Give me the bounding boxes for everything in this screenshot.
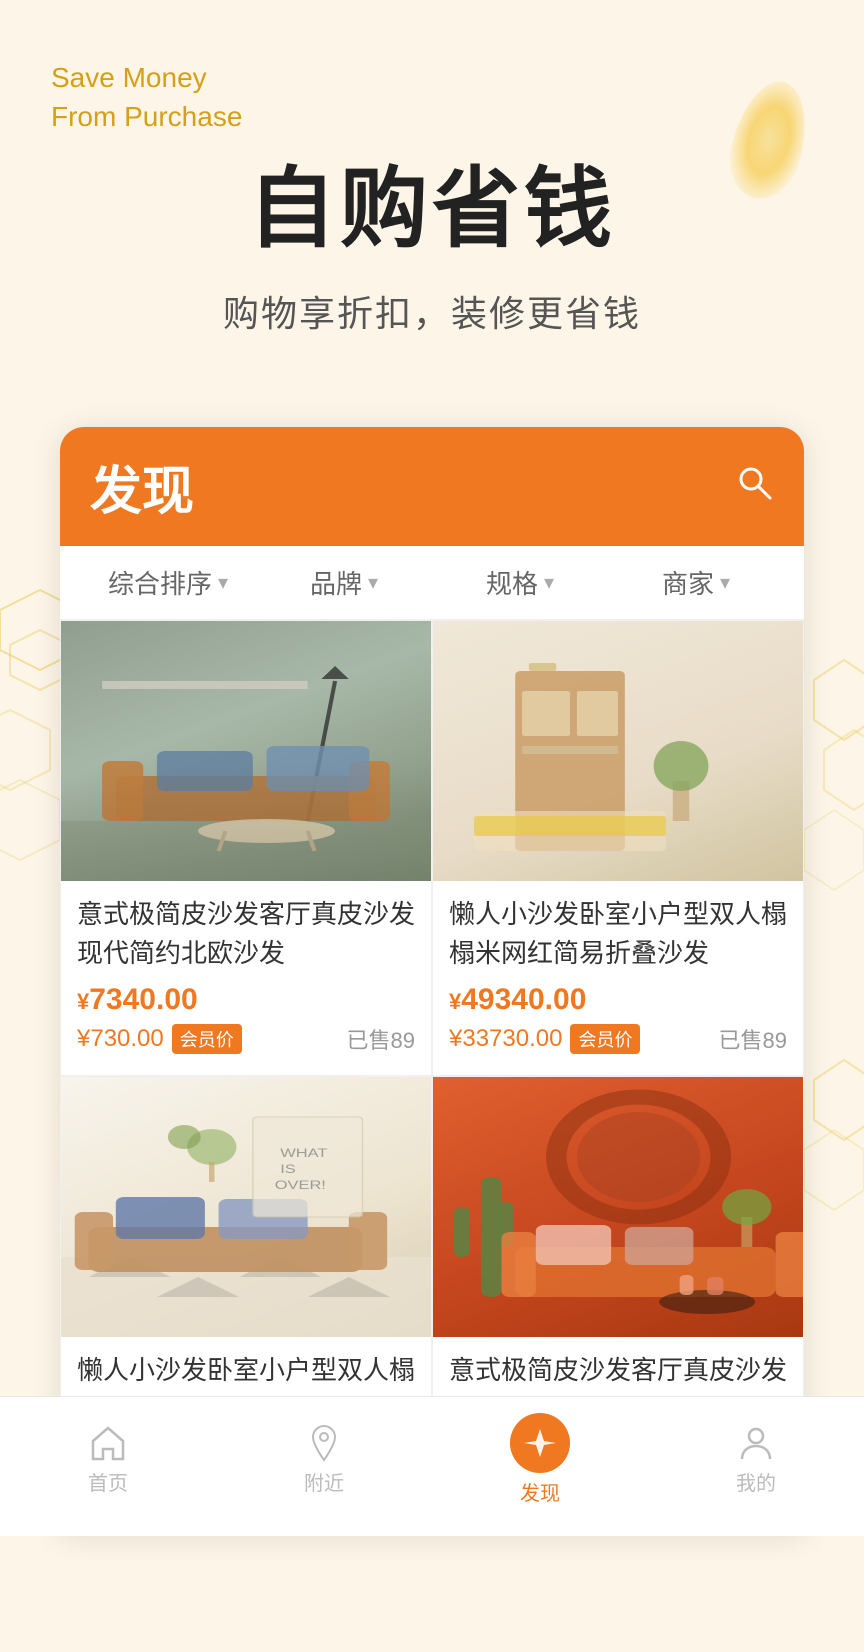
member-badge-2: 会员价 — [570, 1024, 640, 1054]
member-badge-1: 会员价 — [172, 1024, 242, 1054]
chevron-down-icon: ▾ — [218, 570, 228, 595]
price-row-2: ¥33730.00 会员价 已售89 — [449, 1023, 787, 1055]
card-header: 发现 — [60, 427, 804, 546]
product-image-2 — [433, 621, 803, 881]
nav-item-discover[interactable]: 发现 — [480, 1413, 600, 1506]
filter-merchant[interactable]: 商家 ▾ — [608, 564, 784, 601]
filter-spec-label: 规格 — [486, 564, 538, 601]
nav-profile-label: 我的 — [736, 1467, 776, 1496]
sold-count-1: 已售89 — [347, 1023, 415, 1055]
product-info-2: 懒人小沙发卧室小户型双人榻榻米网红简易折叠沙发 ¥49340.00 ¥33730… — [433, 881, 803, 1055]
nav-item-nearby[interactable]: 附近 — [264, 1423, 384, 1496]
price-member-1: ¥730.00 — [77, 1025, 164, 1053]
filter-spec[interactable]: 规格 ▾ — [432, 564, 608, 601]
bottom-nav: 首页 附近 发现 我的 — [0, 1396, 864, 1536]
product-image-4 — [433, 1077, 803, 1337]
product-info-1: 意式极简皮沙发客厅真皮沙发现代简约北欧沙发 ¥7340.00 ¥730.00 会… — [61, 881, 431, 1055]
filter-brand-label: 品牌 — [310, 564, 362, 601]
price-row-1: ¥730.00 会员价 已售89 — [77, 1023, 415, 1055]
filter-merchant-label: 商家 — [662, 564, 714, 601]
price-main-2: ¥49340.00 — [449, 983, 787, 1017]
nav-item-profile[interactable]: 我的 — [696, 1423, 816, 1496]
svg-text:IS: IS — [280, 1163, 296, 1176]
nav-nearby-label: 附近 — [304, 1467, 344, 1496]
product-name-2: 懒人小沙发卧室小户型双人榻榻米网红简易折叠沙发 — [449, 895, 787, 973]
price-member-2: ¥33730.00 — [449, 1025, 562, 1053]
filter-brand[interactable]: 品牌 ▾ — [256, 564, 432, 601]
filter-sort-label: 综合排序 — [108, 564, 212, 601]
location-icon — [304, 1423, 344, 1463]
product-image-3: WHAT IS OVER! — [61, 1077, 431, 1337]
price-main-1: ¥7340.00 — [77, 983, 415, 1017]
compass-icon — [522, 1425, 558, 1461]
svg-text:OVER!: OVER! — [275, 1179, 326, 1192]
product-image-1 — [61, 621, 431, 881]
app-card: 发现 综合排序 ▾ 品牌 ▾ 规格 ▾ 商家 — [60, 427, 804, 1532]
chevron-down-icon: ▾ — [720, 570, 730, 595]
filter-sort[interactable]: 综合排序 ▾ — [80, 564, 256, 601]
card-header-title: 发现 — [90, 449, 194, 524]
save-money-text: Save Money — [51, 58, 242, 97]
product-item-1[interactable]: 意式极简皮沙发客厅真皮沙发现代简约北欧沙发 ¥7340.00 ¥730.00 会… — [60, 620, 432, 1076]
from-purchase-text: From Purchase — [51, 97, 242, 136]
chevron-down-icon: ▾ — [544, 570, 554, 595]
person-icon — [736, 1423, 776, 1463]
home-icon — [88, 1423, 128, 1463]
sub-title: 购物享折扣，装修更省钱 — [0, 285, 864, 337]
nav-discover-label: 发现 — [520, 1477, 560, 1506]
product-item-2[interactable]: 懒人小沙发卧室小户型双人榻榻米网红简易折叠沙发 ¥49340.00 ¥33730… — [432, 620, 804, 1076]
search-icon[interactable] — [734, 462, 774, 512]
header-section: Save Money From Purchase 自购省钱 购物享折扣，装修更省… — [0, 0, 864, 427]
svg-text:WHAT: WHAT — [280, 1147, 327, 1160]
sold-count-2: 已售89 — [719, 1023, 787, 1055]
chevron-down-icon: ▾ — [368, 570, 378, 595]
product-name-1: 意式极简皮沙发客厅真皮沙发现代简约北欧沙发 — [77, 895, 415, 973]
nav-item-home[interactable]: 首页 — [48, 1423, 168, 1496]
nav-home-label: 首页 — [88, 1467, 128, 1496]
filter-bar: 综合排序 ▾ 品牌 ▾ 规格 ▾ 商家 ▾ — [60, 546, 804, 620]
top-label: Save Money From Purchase — [51, 58, 242, 136]
